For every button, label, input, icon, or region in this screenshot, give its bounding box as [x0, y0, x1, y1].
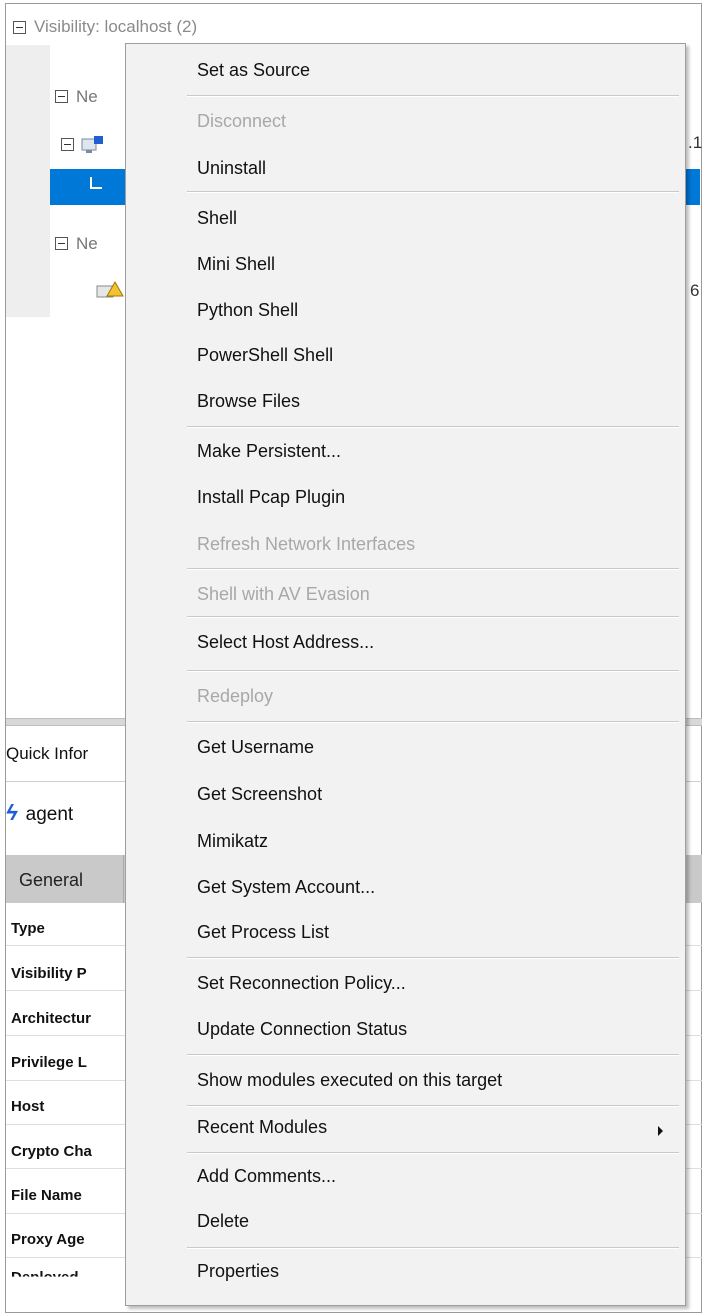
- menu-separator: [187, 95, 679, 97]
- menu-item-redeploy[interactable]: Redeploy: [197, 686, 273, 707]
- prop-type-label: Type: [11, 920, 45, 937]
- tree-node1-label[interactable]: Ne: [76, 87, 98, 107]
- collapse-node2-icon[interactable]: [55, 237, 68, 250]
- prop-privilege-label: Privilege L: [11, 1054, 87, 1071]
- menu-item-refresh-network-interfaces[interactable]: Refresh Network Interfaces: [197, 534, 415, 555]
- agent-name: agent: [25, 804, 74, 825]
- menu-item-mini-shell[interactable]: Mini Shell: [197, 254, 275, 275]
- menu-icon-gutter: [126, 44, 180, 1305]
- menu-separator: [187, 191, 679, 193]
- menu-separator: [187, 957, 679, 959]
- tree-root-title[interactable]: Visibility: localhost (2): [34, 17, 197, 37]
- prop-visibility-label: Visibility P: [11, 965, 87, 982]
- menu-separator: [187, 426, 679, 428]
- menu-separator: [187, 721, 679, 723]
- menu-item-delete[interactable]: Delete: [197, 1211, 249, 1232]
- network-node-icon: [95, 280, 125, 302]
- menu-item-update-connection-status[interactable]: Update Connection Status: [197, 1019, 407, 1040]
- menu-item-install-pcap-plugin[interactable]: Install Pcap Plugin: [197, 487, 345, 508]
- menu-separator: [187, 1054, 679, 1056]
- menu-item-python-shell[interactable]: Python Shell: [197, 300, 298, 321]
- menu-item-uninstall[interactable]: Uninstall: [197, 158, 266, 179]
- submenu-arrow-icon: [658, 1126, 663, 1136]
- menu-separator: [187, 1152, 679, 1154]
- tree-connector-icon: [90, 177, 102, 189]
- agent-bolt-icon: ϟ: [6, 800, 18, 825]
- host-computer-icon: [80, 135, 116, 155]
- menu-item-properties[interactable]: Properties: [197, 1261, 279, 1282]
- host-address-partial: .1: [688, 133, 703, 152]
- tab-general[interactable]: General: [6, 855, 124, 903]
- menu-item-get-process-list[interactable]: Get Process List: [197, 922, 329, 943]
- menu-item-shell[interactable]: Shell: [197, 208, 237, 229]
- menu-item-show-modules-executed[interactable]: Show modules executed on this target: [197, 1070, 502, 1091]
- tree-indent-band: [6, 45, 50, 317]
- agent-title-row: ϟ agent: [6, 800, 73, 826]
- menu-item-get-screenshot[interactable]: Get Screenshot: [197, 784, 322, 805]
- menu-item-recent-modules[interactable]: Recent Modules: [197, 1117, 327, 1138]
- tree-node2-label[interactable]: Ne: [76, 234, 98, 254]
- menu-separator: [187, 1247, 679, 1249]
- menu-item-select-host-address[interactable]: Select Host Address...: [197, 632, 374, 653]
- prop-crypto-label: Crypto Cha: [11, 1143, 92, 1160]
- menu-item-set-as-source[interactable]: Set as Source: [197, 60, 310, 81]
- menu-item-powershell-shell[interactable]: PowerShell Shell: [197, 345, 333, 366]
- menu-separator: [187, 670, 679, 672]
- menu-item-mimikatz[interactable]: Mimikatz: [197, 831, 268, 852]
- menu-item-shell-av-evasion[interactable]: Shell with AV Evasion: [197, 584, 370, 605]
- menu-separator: [187, 1105, 679, 1107]
- node2-address-partial: 6: [690, 281, 700, 300]
- menu-separator: [187, 616, 679, 618]
- prop-proxy-label: Proxy Age: [11, 1231, 85, 1248]
- collapse-host-icon[interactable]: [61, 138, 74, 151]
- prop-filename-label: File Name: [11, 1187, 82, 1204]
- menu-item-disconnect[interactable]: Disconnect: [197, 111, 286, 132]
- menu-item-make-persistent[interactable]: Make Persistent...: [197, 441, 341, 462]
- menu-separator: [187, 568, 679, 570]
- menu-item-add-comments[interactable]: Add Comments...: [197, 1166, 336, 1187]
- context-menu: Set as Source Disconnect Uninstall Shell…: [125, 43, 686, 1306]
- prop-host-label: Host: [11, 1098, 45, 1115]
- collapse-node1-icon[interactable]: [55, 90, 68, 103]
- quick-info-header: Quick Infor: [6, 744, 89, 763]
- menu-item-get-system-account[interactable]: Get System Account...: [197, 877, 375, 898]
- prop-architecture-label: Architectur: [11, 1010, 92, 1027]
- collapse-root-icon[interactable]: [13, 21, 26, 34]
- menu-item-get-username[interactable]: Get Username: [197, 737, 314, 758]
- menu-item-set-reconnection-policy[interactable]: Set Reconnection Policy...: [197, 973, 406, 994]
- menu-item-browse-files[interactable]: Browse Files: [197, 391, 300, 412]
